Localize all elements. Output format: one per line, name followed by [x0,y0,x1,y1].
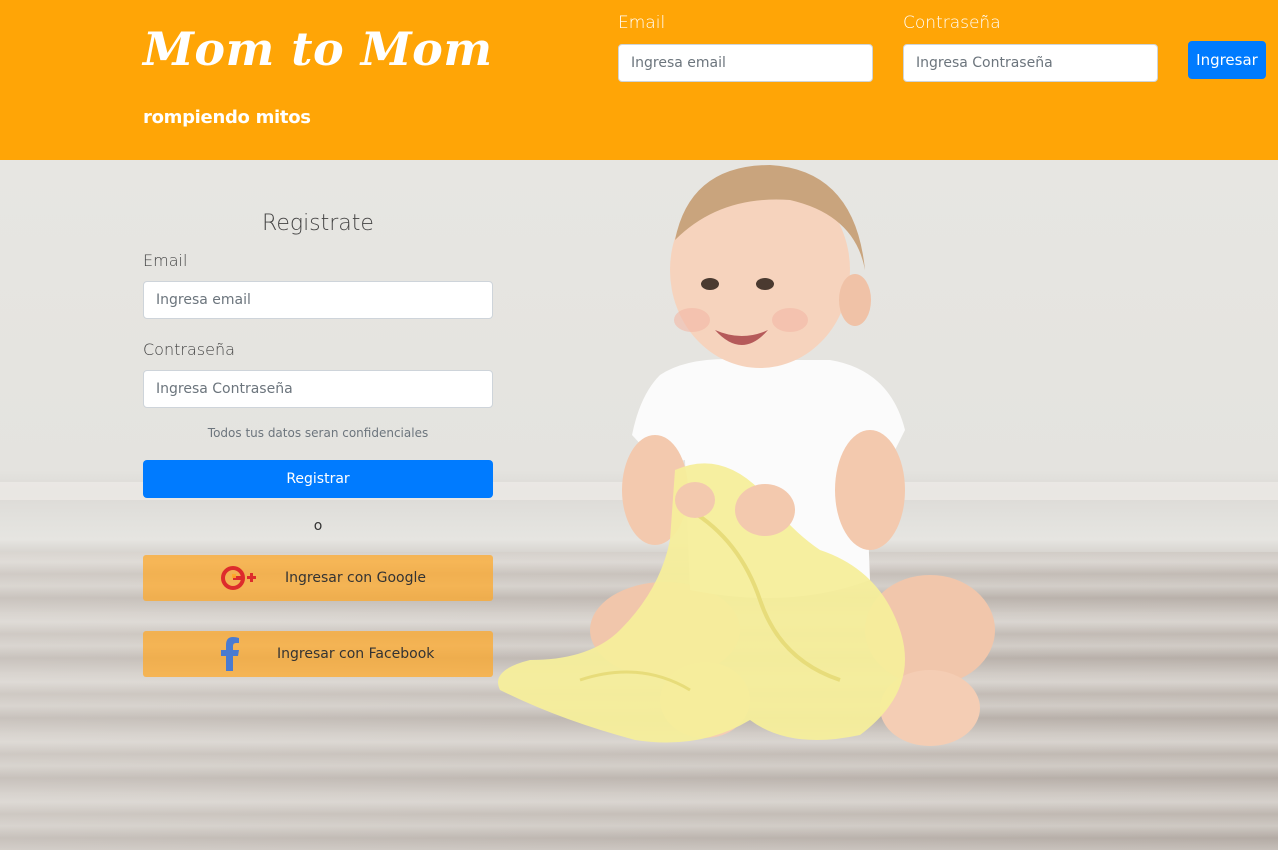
baby-photo [498,165,995,746]
separator-text: o [313,518,323,534]
header-password-input[interactable] [903,44,1158,82]
privacy-note: Todos tus datos seran confidenciales [207,426,429,440]
hero-background [0,160,1278,850]
facebook-button-label: Ingresar con Facebook [277,646,435,662]
header-password-label: Contraseña [903,13,1001,33]
register-email-input[interactable] [143,281,493,319]
login-button[interactable]: Ingresar [1188,41,1266,79]
register-password-input[interactable] [143,370,493,408]
register-password-label: Contraseña [143,340,235,359]
header-email-input[interactable] [618,44,873,82]
facebook-icon [219,637,241,671]
facebook-login-button[interactable]: Ingresar con Facebook [143,631,493,677]
register-title: Registrate [262,211,374,236]
google-login-button[interactable]: Ingresar con Google [143,555,493,601]
google-plus-icon [221,565,257,591]
header-email-label: Email [618,13,666,33]
site-tagline: rompiendo mitos [143,107,311,128]
register-button[interactable]: Registrar [143,460,493,498]
register-email-label: Email [143,251,188,270]
site-logo[interactable]: Mom to Mom [143,22,493,76]
google-button-label: Ingresar con Google [285,570,426,586]
top-header: Mom to Mom rompiendo mitos Email Contras… [0,0,1278,160]
